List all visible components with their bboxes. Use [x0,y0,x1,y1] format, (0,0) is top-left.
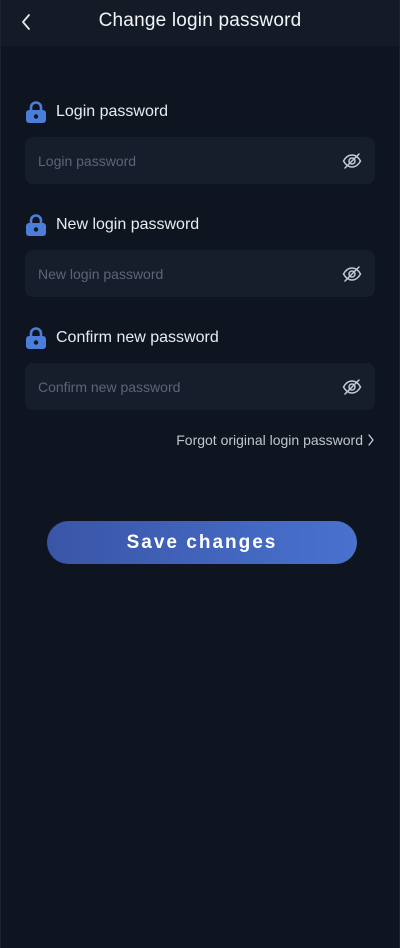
forgot-password-label: Forgot original login password [176,432,363,448]
login-password-section: Login password [25,100,375,184]
top-bar: Change login password [1,0,399,46]
eye-off-icon[interactable] [341,150,363,172]
new-password-section: New login password [25,213,375,297]
save-changes-button[interactable]: Save changes [47,521,357,564]
confirm-password-label-row: Confirm new password [25,326,375,350]
lock-icon [25,213,47,237]
new-password-input[interactable] [38,265,341,282]
page-title: Change login password [98,10,302,31]
lock-icon [25,326,47,350]
eye-off-icon[interactable] [341,263,363,285]
new-password-label-row: New login password [25,213,375,237]
change-password-screen: Change login password Login password New… [0,0,400,948]
lock-icon [25,100,47,124]
login-password-input[interactable] [38,152,341,169]
confirm-password-input-box [25,363,375,410]
forgot-password-link[interactable]: Forgot original login password [176,432,375,448]
chevron-left-icon [22,14,30,30]
login-password-input-box [25,137,375,184]
back-button[interactable] [13,9,39,35]
confirm-password-section: Confirm new password [25,326,375,410]
new-password-input-box [25,250,375,297]
confirm-password-input[interactable] [38,378,341,395]
field-label: Confirm new password [56,329,219,346]
login-password-label-row: Login password [25,100,375,124]
field-label: New login password [56,216,200,233]
field-label: Login password [56,103,169,120]
chevron-right-icon [367,434,375,446]
eye-off-icon[interactable] [341,376,363,398]
